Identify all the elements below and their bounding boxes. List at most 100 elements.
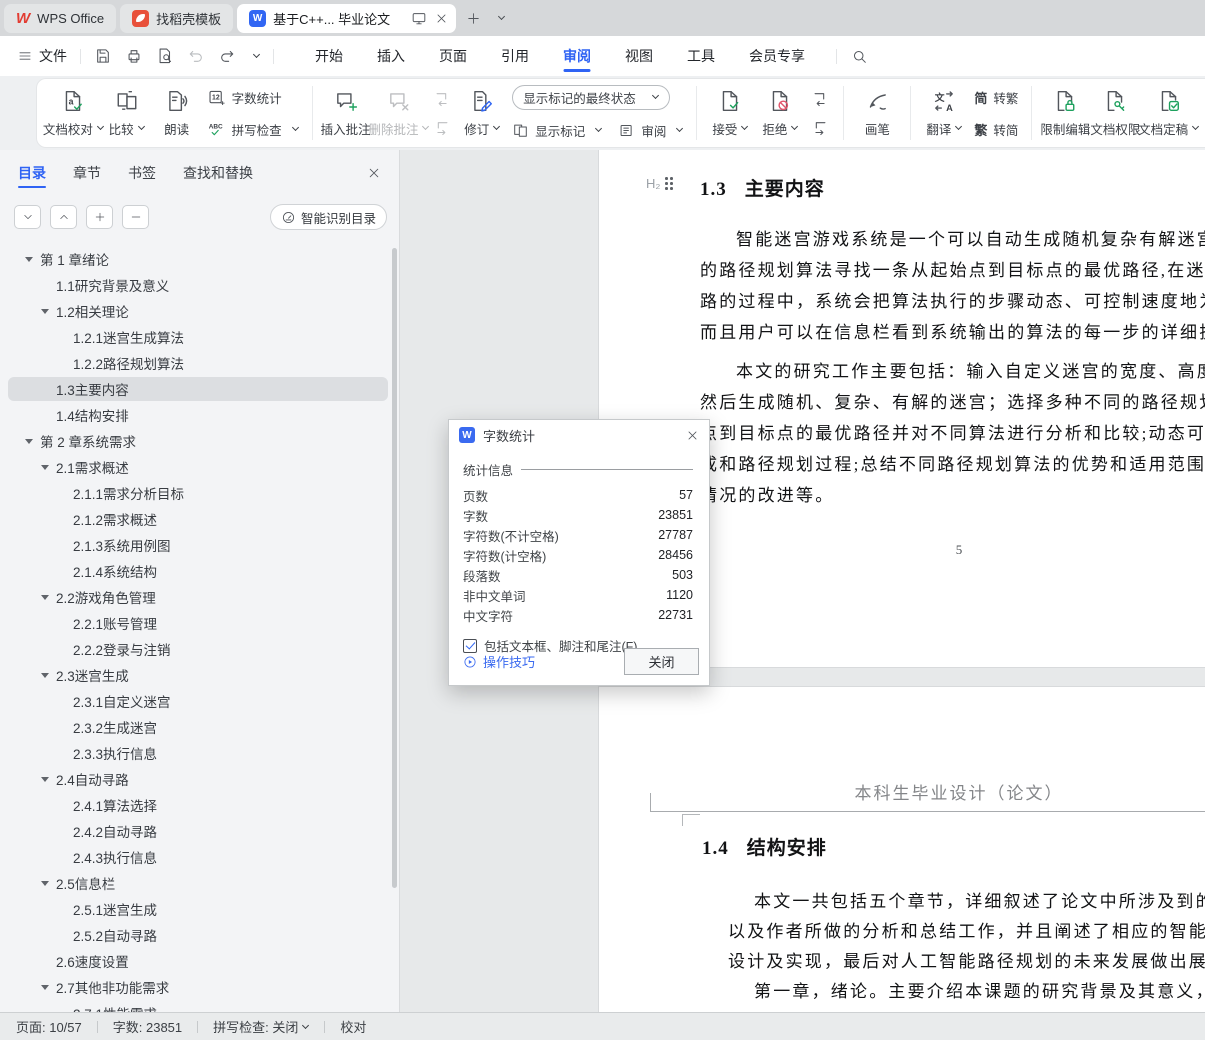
collapse-arrow-icon[interactable]	[41, 465, 49, 470]
reject-button[interactable]: 拒绝	[755, 82, 805, 144]
close-button[interactable]: 关闭	[624, 648, 699, 675]
doc-permission-button[interactable]: 文档权限	[1090, 82, 1140, 144]
menu-item-7[interactable]: 工具	[670, 36, 732, 76]
status-spellcheck[interactable]: 拼写检查: 关闭	[213, 1017, 298, 1036]
collapse-arrow-icon[interactable]	[41, 777, 49, 782]
previous-change-button[interactable]	[810, 89, 830, 109]
sidebar-tab-4[interactable]: 查找和替换	[183, 150, 253, 196]
outline-item[interactable]: 2.7.1性能需求	[0, 1000, 392, 1012]
outline-item[interactable]: 2.4.1算法选择	[0, 792, 392, 818]
collapse-arrow-icon[interactable]	[25, 439, 33, 444]
menu-item-4[interactable]: 引用	[484, 36, 546, 76]
outline-item[interactable]: 1.2.1迷宫生成算法	[0, 324, 392, 350]
collapse-arrow-icon[interactable]	[25, 257, 33, 262]
outline-item[interactable]: 1.1研究背景及意义	[0, 272, 392, 298]
outline-item[interactable]: 2.2.1账号管理	[0, 610, 392, 636]
outline-item[interactable]: 2.1需求概述	[0, 454, 392, 480]
pen-button[interactable]: 画笔	[852, 82, 902, 144]
outline-item[interactable]: 2.4.3执行信息	[0, 844, 392, 870]
markup-state-select[interactable]: 显示标记的最终状态	[512, 84, 671, 110]
show-markup-button[interactable]: 显示标记	[512, 119, 603, 142]
track-changes-button[interactable]: 修订	[457, 82, 507, 144]
close-tab-icon[interactable]	[435, 12, 448, 25]
outline-item[interactable]: 2.5.2自动寻路	[0, 922, 392, 948]
outline-item[interactable]: 2.4.2自动寻路	[0, 818, 392, 844]
smart-toc-button[interactable]: 智能识别目录	[269, 204, 387, 230]
menu-item-1[interactable]: 开始	[298, 36, 360, 76]
outline-item[interactable]: 2.3迷宫生成	[0, 662, 392, 688]
traditional-to-simplified-button[interactable]: 繁 转简	[974, 118, 1018, 141]
sidebar-scrollbar[interactable]	[392, 248, 397, 888]
tab-list-button[interactable]	[486, 5, 512, 31]
menu-item-5[interactable]: 审阅	[546, 36, 608, 76]
outline-item[interactable]: 2.5信息栏	[0, 870, 392, 896]
collapse-arrow-icon[interactable]	[41, 985, 49, 990]
tab-document[interactable]: W 基于C++... 毕业论文	[237, 3, 457, 33]
document-page-6[interactable]: 本科生毕业设计（论文） 1.4 结构安排 本文一共包括五个章节，详细叙述了论文中所…	[599, 687, 1205, 1012]
drag-handle-icon[interactable]	[665, 177, 673, 190]
insert-comment-button[interactable]: 插入批注	[321, 82, 371, 144]
sidebar-tab-2[interactable]: 章节	[73, 150, 101, 196]
tab-wps-home[interactable]: W WPS Office	[4, 3, 117, 33]
simplified-to-traditional-button[interactable]: 简 转繁	[974, 86, 1018, 109]
outline-item[interactable]: 2.6速度设置	[0, 948, 392, 974]
outline-item[interactable]: 1.2.2路径规划算法	[0, 350, 392, 376]
menu-item-6[interactable]: 视图	[608, 36, 670, 76]
accept-button[interactable]: 接受	[705, 82, 755, 144]
read-aloud-button[interactable]: 朗读	[152, 82, 202, 144]
undo-icon[interactable]	[187, 47, 205, 65]
outline-item[interactable]: 2.7其他非功能需求	[0, 974, 392, 1000]
outline-item[interactable]: 2.1.4系统结构	[0, 558, 392, 584]
chevron-down-icon[interactable]	[302, 1021, 310, 1029]
menu-item-3[interactable]: 页面	[422, 36, 484, 76]
sidebar-tab-3[interactable]: 书签	[128, 150, 156, 196]
close-pane-icon[interactable]	[367, 166, 381, 180]
print-icon[interactable]	[125, 47, 143, 65]
outline-item[interactable]: 第 1 章绪论	[0, 246, 392, 272]
save-icon[interactable]	[94, 47, 112, 65]
status-proof[interactable]: 校对	[340, 1017, 366, 1036]
search-icon[interactable]	[851, 48, 868, 65]
outline-item[interactable]: 2.4自动寻路	[0, 766, 392, 792]
word-count-button[interactable]: 12 + 字数统计	[207, 86, 299, 109]
sidebar-tab-1[interactable]: 目录	[18, 150, 46, 196]
outline-item[interactable]: 2.5.1迷宫生成	[0, 896, 392, 922]
redo-icon[interactable]	[218, 47, 236, 65]
outline-item[interactable]: 2.3.3执行信息	[0, 740, 392, 766]
outline-item[interactable]: 2.1.1需求分析目标	[0, 480, 392, 506]
collapse-arrow-icon[interactable]	[41, 673, 49, 678]
outline-item[interactable]: 第 2 章系统需求	[0, 428, 392, 454]
status-word-count[interactable]: 字数: 23851	[113, 1017, 182, 1036]
collapse-arrow-icon[interactable]	[41, 595, 49, 600]
heading-level-badge[interactable]: H₂	[646, 176, 673, 191]
review-menu-button[interactable]: 审阅	[618, 119, 684, 142]
monitor-icon[interactable]	[411, 10, 427, 26]
translate-button[interactable]: 文A 翻译	[919, 82, 969, 144]
collapse-arrow-icon[interactable]	[41, 881, 49, 886]
outline-item[interactable]: 2.2.2登录与注销	[0, 636, 392, 662]
tips-link[interactable]: 操作技巧	[463, 652, 535, 671]
compare-button[interactable]: 比较	[102, 82, 152, 144]
restrict-edit-button[interactable]: 限制编辑	[1040, 82, 1090, 144]
outline-item[interactable]: 2.2游戏角色管理	[0, 584, 392, 610]
menu-item-8[interactable]: 会员专享	[732, 36, 822, 76]
next-comment-button[interactable]	[432, 118, 452, 138]
outline-item[interactable]: 2.3.2生成迷宫	[0, 714, 392, 740]
file-menu-button[interactable]: 文件	[0, 36, 80, 76]
tab-docer-templates[interactable]: 找稻壳模板	[120, 3, 234, 33]
previous-comment-button[interactable]	[432, 89, 452, 109]
menu-item-2[interactable]: 插入	[360, 36, 422, 76]
outline-item[interactable]: 1.4结构安排	[0, 402, 392, 428]
collapse-arrow-icon[interactable]	[41, 309, 49, 314]
outline-item[interactable]: 1.3主要内容	[0, 376, 392, 402]
dialog-title-bar[interactable]: W 字数统计	[449, 420, 709, 450]
new-tab-button[interactable]	[460, 5, 486, 31]
outline-item[interactable]: 2.1.3系统用例图	[0, 532, 392, 558]
close-dialog-icon[interactable]	[686, 429, 699, 442]
zoom-out-outline-button[interactable]	[122, 205, 149, 229]
next-change-button[interactable]	[810, 118, 830, 138]
doc-proof-button[interactable]: a 文档校对	[43, 82, 104, 144]
outline-item[interactable]: 2.3.1自定义迷宫	[0, 688, 392, 714]
outline-item[interactable]: 2.1.2需求概述	[0, 506, 392, 532]
zoom-in-outline-button[interactable]	[86, 205, 113, 229]
